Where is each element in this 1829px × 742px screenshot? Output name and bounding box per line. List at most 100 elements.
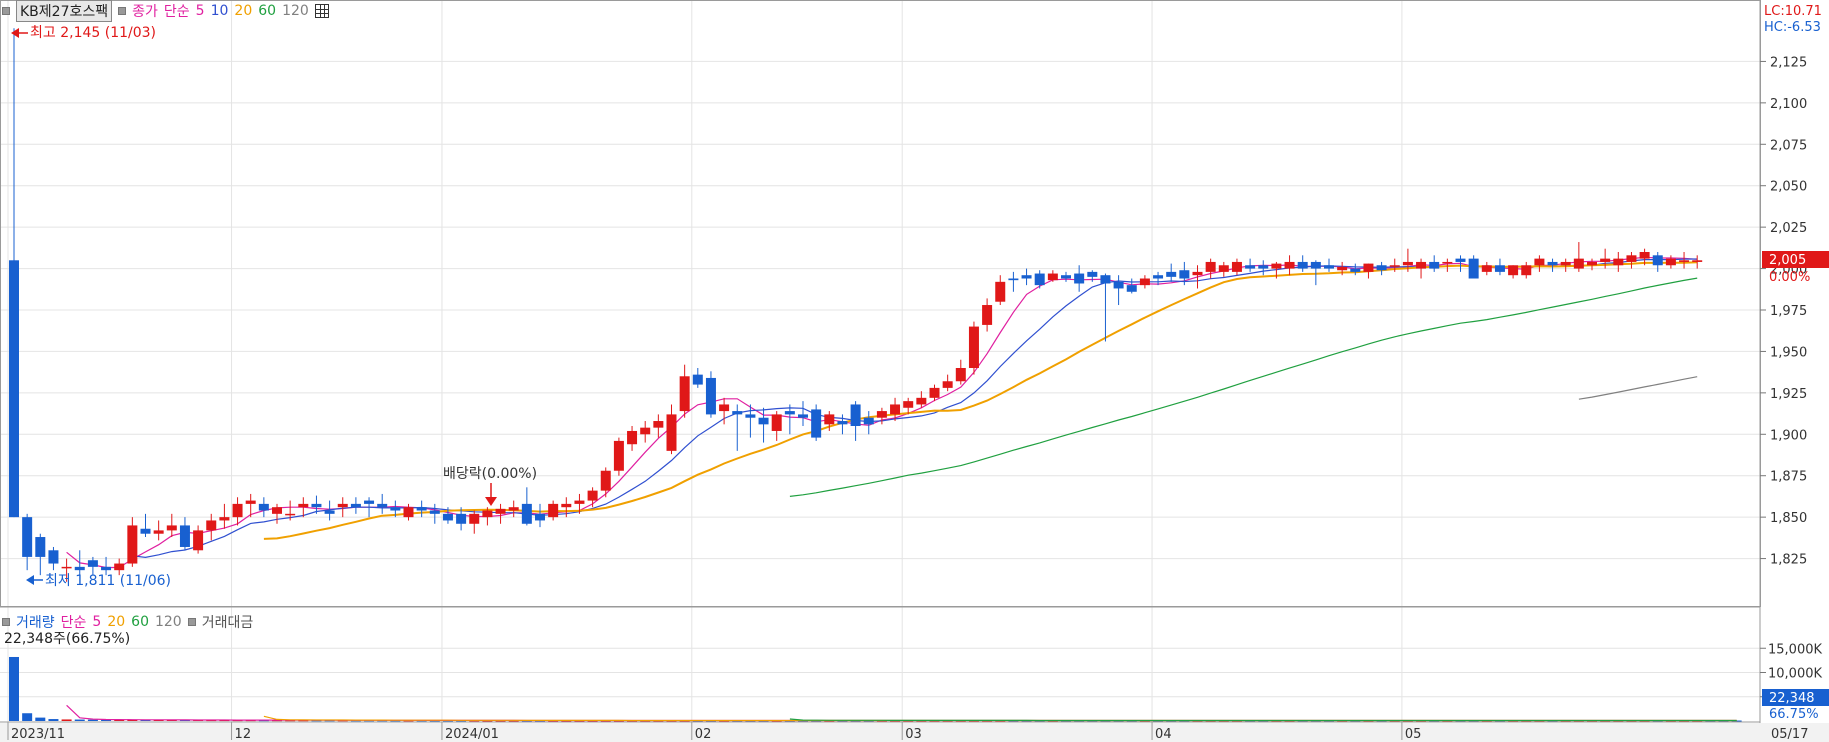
legend-square-icon	[118, 7, 127, 15]
x-tick-label: 05	[1405, 727, 1422, 742]
candle-body	[745, 414, 756, 418]
candle-body	[1034, 273, 1045, 286]
volume-ma-120-label[interactable]: 120	[155, 614, 182, 630]
candle-body	[1139, 278, 1150, 286]
x-tick-label: 2024/01	[445, 727, 499, 742]
ma-10-label[interactable]: 10	[211, 3, 229, 19]
candle-body	[627, 430, 638, 445]
grid-lines	[0, 0, 1760, 722]
candle-body	[1547, 261, 1558, 266]
candle-body	[272, 507, 282, 514]
candle-body	[442, 513, 453, 521]
volume-bar	[87, 719, 98, 721]
current-volume-pct: 66.75%	[1769, 707, 1819, 722]
candle-body	[850, 404, 861, 426]
candle-body	[1626, 255, 1637, 262]
low-label: 최저 1,811 (11/06)	[45, 573, 171, 589]
series-label[interactable]: 종가	[132, 1, 158, 21]
volume-bar	[22, 713, 33, 721]
legend-square-icon	[2, 7, 10, 15]
volume-ma-60-line	[789, 718, 1737, 722]
candle-body	[179, 525, 190, 547]
candle-body	[311, 503, 322, 508]
candle-body	[324, 510, 335, 514]
y-tick-label: 1,925	[1770, 387, 1807, 402]
candle-body	[798, 414, 808, 418]
volume-readout: 22,348주(66.75%)	[4, 631, 131, 647]
candle-body	[61, 566, 72, 569]
candle-body	[1639, 252, 1650, 259]
candle-body	[1442, 261, 1453, 264]
candle-body	[863, 417, 874, 425]
volume-bar	[74, 719, 85, 721]
candle-body	[219, 517, 230, 521]
ma-5-label[interactable]: 5	[196, 3, 205, 19]
candle-body	[298, 503, 309, 508]
amount-label[interactable]: 거래대금	[202, 612, 254, 632]
candle-body	[876, 411, 887, 418]
chart-canvas[interactable]: 2,1252,1002,0752,0502,0252,0001,9751,950…	[0, 0, 1829, 742]
ma-20-label[interactable]: 20	[234, 3, 252, 19]
ma-60-label[interactable]: 60	[258, 3, 276, 19]
grid-settings-icon[interactable]	[314, 4, 329, 18]
candle-body	[824, 414, 835, 425]
candle-body	[1350, 268, 1361, 272]
candle-body	[679, 376, 690, 412]
candle-body	[1613, 258, 1624, 266]
candle-body	[1508, 265, 1519, 276]
volume-bar	[9, 656, 19, 721]
candle-body	[942, 381, 953, 388]
candle-body	[456, 513, 467, 524]
candle-body	[1153, 275, 1164, 279]
lc-readout: LC:10.71	[1764, 4, 1822, 19]
price-legend: KB제27호스팩 종가 단순 5 10 20 60 120	[2, 0, 329, 22]
y-tick-label: 1,900	[1770, 428, 1807, 443]
dividend-label: 배당락(0.00%)	[443, 466, 537, 482]
candle-body	[1284, 261, 1295, 269]
down-arrow-icon	[485, 497, 497, 506]
candle-body	[1402, 261, 1413, 266]
candle-body	[1179, 270, 1190, 279]
candle-body	[9, 260, 19, 518]
candle-body	[561, 503, 572, 508]
y-tick-label: 1,850	[1770, 511, 1807, 526]
candle-body	[1455, 258, 1466, 262]
candle-body	[337, 503, 348, 508]
volume-ma-5-line	[66, 704, 1737, 722]
y-tick-label: 1,975	[1770, 304, 1807, 319]
candle-body	[613, 440, 624, 471]
volume-ma-60-label[interactable]: 60	[131, 614, 149, 630]
ma-method[interactable]: 단순	[164, 1, 190, 21]
y-tick-label: 1,875	[1770, 470, 1807, 485]
x-tick-label: 05/17	[1771, 727, 1808, 742]
stock-title[interactable]: KB제27호스팩	[16, 0, 113, 22]
candle-body	[968, 326, 979, 368]
candle-body	[811, 409, 822, 438]
candle-body	[245, 500, 256, 504]
y-tick-label: 2,075	[1770, 138, 1807, 153]
candle-body	[469, 513, 480, 524]
high-annotation: 최고 2,145 (11/03)	[11, 25, 156, 41]
candle-body	[1534, 258, 1545, 266]
candle-body	[1389, 265, 1400, 267]
x-tick-label: 04	[1155, 727, 1172, 742]
x-tick-label: 03	[905, 727, 922, 742]
candle-body	[666, 414, 677, 451]
candle-body	[758, 417, 769, 425]
candle-body	[955, 368, 966, 382]
candle-body	[35, 537, 46, 557]
candle-body	[153, 530, 164, 534]
candle-body	[1100, 275, 1111, 284]
candle-body	[390, 507, 401, 511]
candle-body	[1205, 261, 1216, 272]
ma-120-label[interactable]: 120	[282, 3, 309, 19]
time-axis: 2023/11 12 2024/01 02 03 04 05 05/17	[0, 722, 1829, 742]
candle-body	[995, 281, 1006, 302]
candle-body	[732, 411, 743, 415]
candle-body	[508, 507, 519, 511]
candle-body	[640, 427, 651, 435]
candle-body	[403, 507, 414, 518]
candle-body	[1416, 261, 1427, 269]
candle-body	[495, 508, 506, 514]
candle-body	[1245, 265, 1256, 269]
